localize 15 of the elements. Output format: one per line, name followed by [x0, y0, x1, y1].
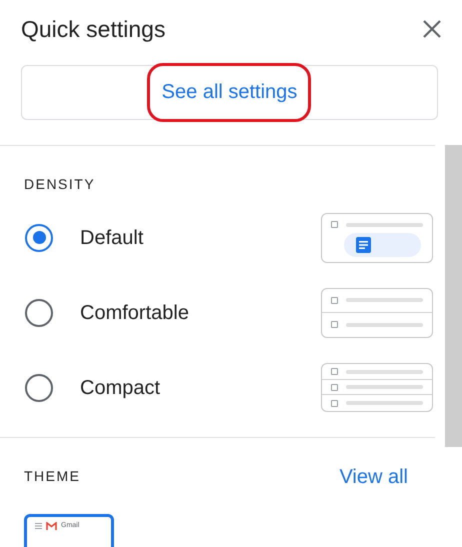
- envelope-logo-icon: [46, 522, 57, 530]
- theme-heading: THEME: [24, 467, 80, 486]
- menu-icon: [35, 522, 42, 528]
- density-option-label: Default: [80, 226, 144, 250]
- density-option-label: Comfortable: [80, 300, 190, 326]
- density-option-label: Compact: [80, 376, 162, 400]
- view-all-link[interactable]: View all: [339, 462, 408, 492]
- radio-button[interactable]: [25, 224, 53, 252]
- see-all-settings-button[interactable]: See all settings: [21, 64, 438, 120]
- radio-button[interactable]: [25, 298, 53, 326]
- density-heading: DENSITY: [24, 176, 96, 192]
- scrollbar[interactable]: [445, 144, 462, 446]
- see-all-settings-link[interactable]: See all settings: [162, 81, 298, 103]
- radio-button[interactable]: [25, 374, 53, 402]
- panel-title: Quick settings: [21, 15, 166, 44]
